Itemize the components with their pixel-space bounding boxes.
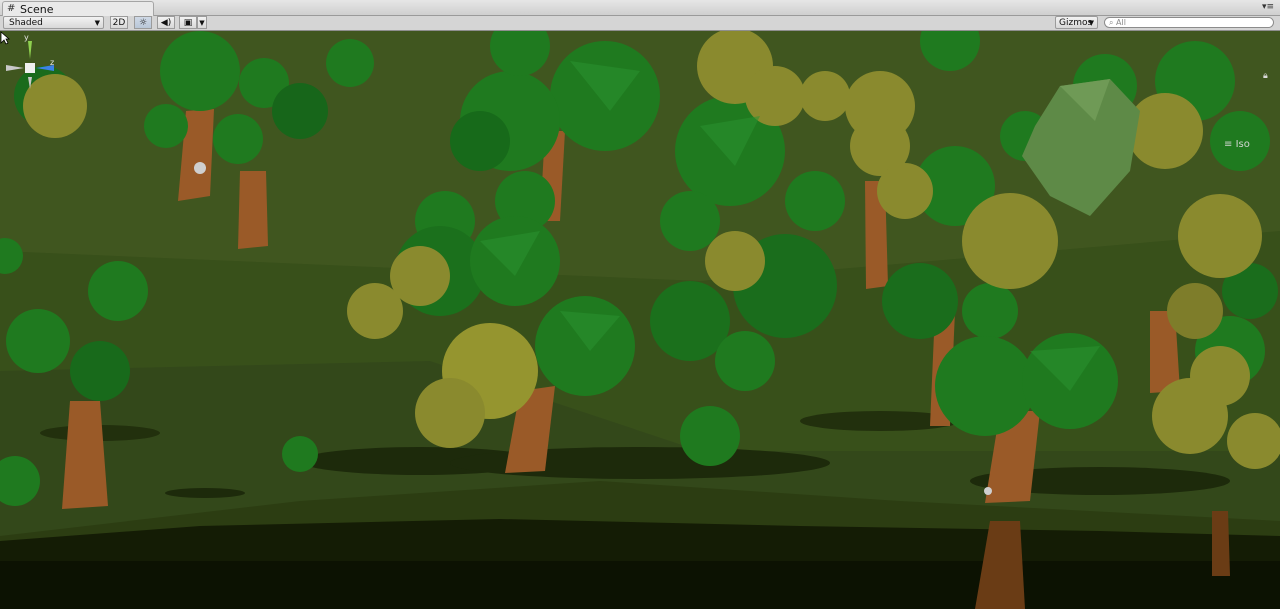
lock-icon[interactable]: 🔒︎ — [1263, 71, 1268, 81]
toggle-2d-button[interactable]: 2D — [110, 16, 128, 29]
tab-scene[interactable]: # Scene — [2, 1, 154, 16]
audio-toggle[interactable]: ◀) — [157, 16, 175, 29]
scene-tab-bar: # Scene ▾≡ — [0, 0, 1280, 16]
search-placeholder: All — [1116, 18, 1126, 27]
effects-toggle[interactable]: ▣ — [179, 16, 197, 29]
scene-render — [0, 31, 1280, 609]
gizmo-z-label: z — [50, 58, 54, 67]
scene-toolbar: Shaded ▼ 2D ☼ ◀) ▣ ▼ Gizmos ▼ ⌕ All — [0, 16, 1280, 31]
image-icon: ▣ — [183, 18, 193, 28]
tab-scene-label: Scene — [20, 2, 54, 16]
sun-icon: ☼ — [138, 18, 148, 28]
gizmos-dropdown[interactable]: Gizmos ▼ — [1055, 16, 1098, 29]
shading-mode-value: Shaded — [9, 18, 43, 28]
gizmo-center-cube[interactable] — [25, 63, 35, 73]
window-menu-icon[interactable]: ▾≡ — [1262, 2, 1274, 12]
menu-lines-icon: ≡ — [1224, 139, 1233, 150]
chevron-down-icon: ▼ — [199, 19, 205, 27]
gizmo-y-axis[interactable] — [28, 41, 32, 59]
lighting-toggle[interactable]: ☼ — [134, 16, 152, 29]
search-icon: ⌕ — [1109, 18, 1114, 27]
gizmo-neg-y-axis[interactable] — [28, 77, 32, 89]
scene-viewport[interactable]: 🔒︎ y z ≡ Iso — [0, 31, 1280, 609]
chevron-down-icon: ▼ — [1088, 19, 1094, 27]
gizmos-label: Gizmos — [1059, 18, 1093, 28]
gizmo-x-axis[interactable] — [6, 65, 24, 71]
speaker-icon: ◀) — [160, 18, 172, 28]
search-input[interactable]: ⌕ All — [1104, 17, 1274, 28]
effects-dropdown[interactable]: ▼ — [197, 16, 207, 29]
toggle-2d-label: 2D — [112, 18, 126, 28]
shading-mode-dropdown[interactable]: Shaded ▼ — [3, 16, 104, 29]
mouse-cursor-icon — [0, 31, 10, 45]
chevron-down-icon: ▼ — [94, 19, 100, 27]
grid-icon: # — [7, 3, 16, 14]
gizmo-y-label: y — [24, 33, 29, 42]
projection-toggle[interactable]: ≡ Iso — [1224, 139, 1250, 150]
projection-label: Iso — [1235, 139, 1250, 150]
